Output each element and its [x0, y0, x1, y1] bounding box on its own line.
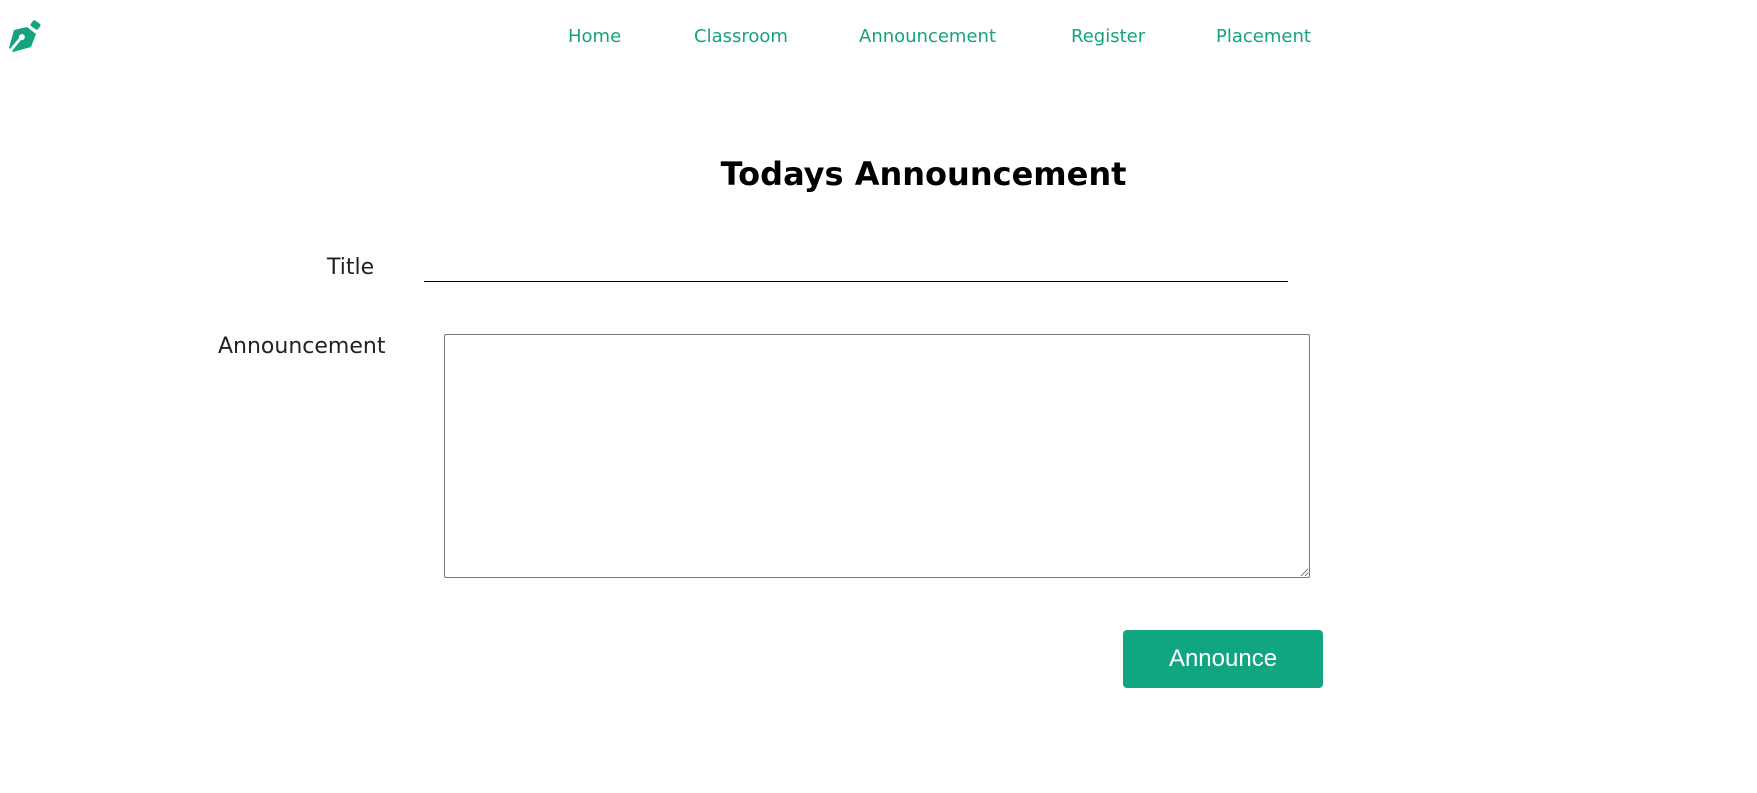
page-title: Todays Announcement: [720, 155, 1127, 193]
nav-classroom-link[interactable]: Classroom: [694, 25, 788, 49]
title-input[interactable]: [424, 251, 1288, 282]
pen-nib-icon[interactable]: [9, 20, 41, 52]
nav-register-link[interactable]: Register: [1071, 25, 1145, 49]
announce-button[interactable]: Announce: [1123, 630, 1323, 688]
announcement-label: Announcement: [218, 334, 386, 359]
nav-announcement-link[interactable]: Announcement: [859, 25, 996, 49]
nav-home-link[interactable]: Home: [568, 25, 621, 49]
announcement-textarea[interactable]: [444, 334, 1310, 578]
title-label: Title: [327, 255, 375, 280]
nav-placement-link[interactable]: Placement: [1216, 25, 1311, 49]
